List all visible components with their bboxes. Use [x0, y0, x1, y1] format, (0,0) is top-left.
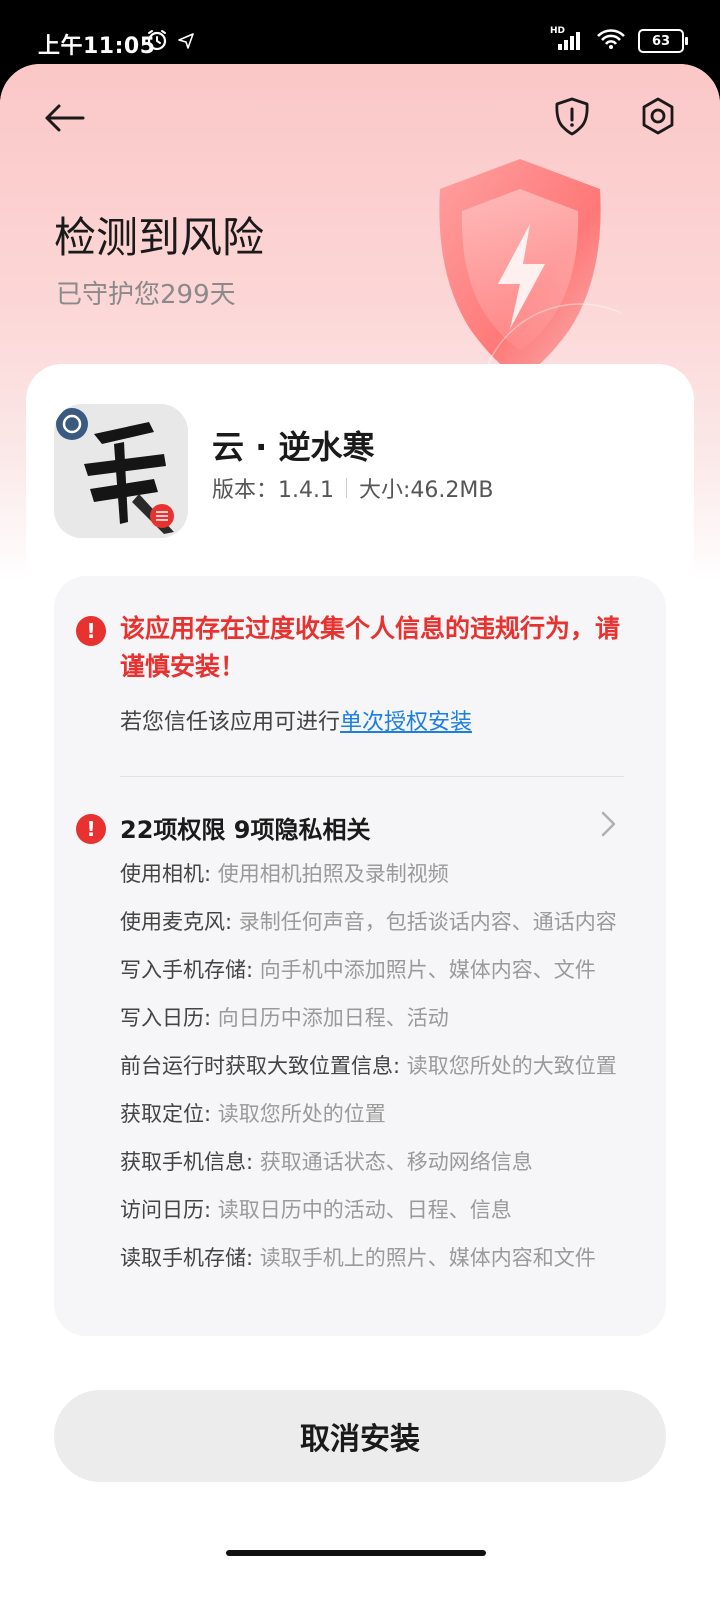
permission-name: 获取定位: — [120, 1102, 212, 1126]
permission-item: 获取定位: 读取您所处的位置 — [120, 1100, 632, 1128]
permission-item: 前台运行时获取大致位置信息: 读取您所处的大致位置 — [120, 1052, 632, 1080]
permission-desc: 录制任何声音，包括谈话内容、通话内容 — [238, 910, 617, 934]
permission-desc: 向手机中添加照片、媒体内容、文件 — [259, 958, 596, 982]
permission-list: 使用相机: 使用相机拍照及录制视频 使用麦克风: 录制任何声音，包括谈话内容、通… — [120, 860, 632, 1292]
permission-item: 读取手机存储: 读取手机上的照片、媒体内容和文件 — [120, 1244, 632, 1272]
app-version: 版本：1.4.1 — [212, 478, 334, 503]
status-time: 上午11:05 — [38, 34, 156, 59]
app-meta: 版本：1.4.1 大小:46.2MB — [212, 472, 493, 504]
permission-item: 访问日历: 读取日历中的活动、日程、信息 — [120, 1196, 632, 1224]
report-button[interactable] — [548, 92, 596, 140]
protection-days: 已守护您299天 — [56, 280, 236, 310]
risk-panel: ! 该应用存在过度收集个人信息的违规行为，请谨慎安装！ 若您信任该应用可进行单次… — [54, 576, 666, 1336]
permission-item: 写入日历: 向日历中添加日程、活动 — [120, 1004, 632, 1032]
status-icons-left — [145, 28, 195, 56]
permission-name: 使用相机: — [120, 862, 212, 886]
arrow-left-icon — [45, 104, 85, 132]
status-icons-right: HD 63 — [550, 26, 688, 54]
send-icon — [177, 31, 195, 53]
app-size: 大小:46.2MB — [358, 478, 494, 503]
home-indicator[interactable] — [226, 1550, 486, 1556]
permission-name: 写入日历: — [120, 1006, 212, 1030]
meta-divider — [345, 478, 347, 498]
permission-desc: 读取日历中的活动、日程、信息 — [217, 1198, 512, 1222]
permission-item: 获取手机信息: 获取通话状态、移动网络信息 — [120, 1148, 632, 1176]
permission-desc: 向日历中添加日程、活动 — [217, 1006, 449, 1030]
alarm-icon — [145, 28, 169, 56]
wifi-icon — [596, 28, 626, 54]
permissions-summary[interactable]: 22项权限 9项隐私相关 — [120, 810, 370, 845]
permission-name: 访问日历: — [120, 1198, 212, 1222]
settings-button[interactable] — [634, 92, 682, 140]
permission-item: 使用麦克风: 录制任何声音，包括谈话内容、通话内容 — [120, 908, 632, 936]
trust-prompt: 若您信任该应用可进行单次授权安装 — [120, 704, 472, 736]
back-button[interactable] — [40, 94, 88, 142]
warning-message: 该应用存在过度收集个人信息的违规行为，请谨慎安装！ — [120, 614, 621, 681]
page-title: 检测到风险 — [54, 213, 265, 262]
permission-desc: 读取手机上的照片、媒体内容和文件 — [259, 1246, 596, 1270]
permission-name: 使用麦克风: — [120, 910, 233, 934]
permission-name: 获取手机信息: — [120, 1150, 254, 1174]
permission-name: 读取手机存储: — [120, 1246, 254, 1270]
permission-desc: 获取通话状态、移动网络信息 — [259, 1150, 533, 1174]
permission-name: 前台运行时获取大致位置信息: — [120, 1054, 401, 1078]
gear-icon — [642, 97, 674, 135]
divider — [120, 776, 624, 777]
permission-desc: 读取您所处的大致位置 — [406, 1054, 617, 1078]
battery-icon: 63 — [638, 29, 688, 53]
app-name: 云 · 逆水寒 — [212, 428, 375, 466]
permission-desc: 读取您所处的位置 — [217, 1102, 386, 1126]
chevron-right-icon[interactable] — [594, 806, 624, 842]
permission-name: 写入手机存储: — [120, 958, 254, 982]
app-icon — [54, 404, 188, 538]
trust-prefix: 若您信任该应用可进行 — [120, 710, 341, 735]
shield-lightning-icon — [420, 154, 681, 505]
permission-warning-icon: ! — [76, 814, 106, 844]
permission-item: 使用相机: 使用相机拍照及录制视频 — [120, 860, 632, 888]
alert-shield-icon — [555, 97, 589, 136]
cancel-install-button[interactable]: 取消安装 — [54, 1390, 666, 1482]
signal-icon: HD — [550, 26, 584, 52]
single-authorization-link[interactable]: 单次授权安装 — [340, 710, 472, 735]
permission-desc: 使用相机拍照及录制视频 — [217, 862, 449, 886]
risk-screen: 检测到风险 已守护您299天 云 · 逆水寒 版本：1.4.1 大小:46.2M… — [0, 64, 720, 1600]
warning-icon: ! — [76, 616, 106, 646]
permission-item: 写入手机存储: 向手机中添加照片、媒体内容、文件 — [120, 956, 632, 984]
